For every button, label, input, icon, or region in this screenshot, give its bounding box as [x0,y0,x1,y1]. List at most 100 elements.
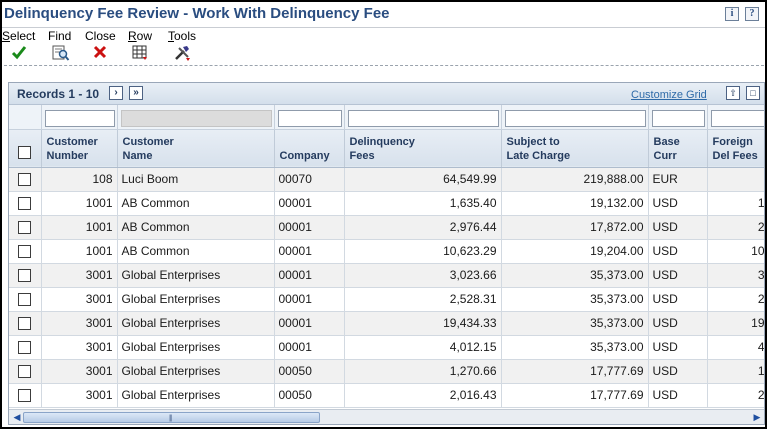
row-checkbox[interactable] [18,365,32,379]
next-page-button[interactable]: › [109,86,123,100]
cell-company: 00001 [274,263,345,288]
cell-customer-name: AB Common [117,239,275,264]
row-checkbox[interactable] [18,269,32,283]
cell-foreign-del-fees: 2 [707,383,764,408]
grid-body: 108 Luci Boom 00070 64,549.99 219,888.00 EUR 1… [9,167,764,408]
row-label: Row [128,29,153,43]
row-select-cell[interactable] [9,287,42,312]
row-checkbox[interactable] [18,221,32,235]
row-select-cell[interactable] [9,311,42,336]
cell-customer-number: 1001 [41,239,118,264]
scroll-right-icon[interactable]: ▶ [750,411,764,424]
maximize-grid-icon[interactable]: □ [746,86,760,100]
row-select-cell[interactable] [9,167,42,192]
row-select-cell[interactable] [9,359,42,384]
help-icon[interactable]: ? [745,7,759,21]
select-button[interactable]: Select [2,29,35,62]
cell-subject-to-late-charge: 35,373.00 [501,311,649,336]
filter-base-curr[interactable] [651,109,705,127]
records-count: Records 1 - 10 [17,87,100,101]
cell-foreign-del-fees: 2 [707,287,764,312]
grid-table-container: Customer Number Customer Name Company Deli… [9,105,764,409]
scroll-left-icon[interactable]: ◀ [10,411,24,424]
select-all-checkbox[interactable] [18,146,32,160]
row-checkbox[interactable] [18,197,32,211]
table-row[interactable]: 3001 Global Enterprises 00050 1,270.66 17,77… [9,359,764,384]
row-checkbox[interactable] [18,389,32,403]
row-checkbox[interactable] [18,173,32,187]
row-select-cell[interactable] [9,335,42,360]
cell-delinquency-fees: 2,016.43 [344,383,502,408]
filter-subject-to-late-charge[interactable] [504,109,646,127]
cell-delinquency-fees: 4,012.15 [344,335,502,360]
column-header-customer-name[interactable]: Customer Name [117,129,275,168]
table-row[interactable]: 3001 Global Enterprises 00001 19,434.33 35,3… [9,311,764,336]
cell-foreign-del-fees [707,167,764,192]
cell-base-curr: USD [648,263,708,288]
find-button[interactable]: Find [48,29,71,62]
app-window: Delinquency Fee Review - Work With Delin… [2,2,765,427]
grid-header-bar: Records 1 - 10 › » Customize Grid ⇧ □ [9,83,764,105]
cell-customer-number: 108 [41,167,118,192]
cell-foreign-del-fees: 4 [707,335,764,360]
filter-foreign-del-fees[interactable] [710,109,764,127]
cell-subject-to-late-charge: 17,777.69 [501,383,649,408]
column-header-subject-to-late-charge[interactable]: Subject to Late Charge [501,129,649,168]
filter-customer-number[interactable] [44,109,115,127]
cell-customer-number: 3001 [41,335,118,360]
filter-spacer [9,105,42,130]
export-icon[interactable]: ⇧ [726,86,740,100]
cell-delinquency-fees: 64,549.99 [344,167,502,192]
row-select-cell[interactable] [9,239,42,264]
row-select-cell[interactable] [9,383,42,408]
cell-customer-name: Global Enterprises [117,287,275,312]
horizontal-scrollbar[interactable]: ◀ ||| ▶ [9,409,764,424]
column-header-foreign-del-fees[interactable]: Foreign Del Fees [707,129,764,168]
column-header-row: Customer Number Customer Name Company Deli… [9,129,764,168]
column-header-delinquency-fees[interactable]: Delinquency Fees [344,129,502,168]
cell-customer-name: Global Enterprises [117,335,275,360]
cell-subject-to-late-charge: 19,204.00 [501,239,649,264]
row-checkbox[interactable] [18,317,32,331]
cell-customer-number: 3001 [41,359,118,384]
row-select-cell[interactable] [9,191,42,216]
cell-subject-to-late-charge: 219,888.00 [501,167,649,192]
cell-customer-name: Luci Boom [117,167,275,192]
row-checkbox[interactable] [18,341,32,355]
row-select-cell[interactable] [9,215,42,240]
column-header-company[interactable]: Company [274,129,345,168]
cell-base-curr: USD [648,383,708,408]
cell-customer-number: 3001 [41,311,118,336]
last-page-button[interactable]: » [129,86,143,100]
select-all-checkbox-cell[interactable] [9,129,42,168]
table-row[interactable]: 3001 Global Enterprises 00001 3,023.66 35,37… [9,263,764,288]
cell-company: 00050 [274,383,345,408]
customize-grid-link[interactable]: Customize Grid [631,89,707,101]
cell-customer-number: 3001 [41,263,118,288]
table-row[interactable]: 3001 Global Enterprises 00001 4,012.15 35,37… [9,335,764,360]
cell-customer-name: AB Common [117,215,275,240]
cell-subject-to-late-charge: 19,132.00 [501,191,649,216]
table-row[interactable]: 1001 AB Common 00001 1,635.40 19,132.00 USD 1 [9,191,764,216]
close-button[interactable]: Close [85,29,116,62]
tools-menu-button[interactable]: Tools [168,29,196,62]
table-row[interactable]: 1001 AB Common 00001 10,623.29 19,204.00 USD 1… [9,239,764,264]
column-header-customer-number[interactable]: Customer Number [41,129,118,168]
scroll-thumb[interactable]: ||| [23,412,320,423]
cell-subject-to-late-charge: 17,872.00 [501,215,649,240]
info-icon[interactable]: i [725,7,739,21]
tools-label: Tools [168,29,197,43]
table-row[interactable]: 3001 Global Enterprises 00001 2,528.31 35,37… [9,287,764,312]
row-checkbox[interactable] [18,245,32,259]
table-row[interactable]: 3001 Global Enterprises 00050 2,016.43 17,77… [9,383,764,408]
table-row[interactable]: 1001 AB Common 00001 2,976.44 17,872.00 USD 2 [9,215,764,240]
row-checkbox[interactable] [18,293,32,307]
column-header-base-curr[interactable]: Base Curr [648,129,708,168]
row-select-cell[interactable] [9,263,42,288]
row-menu-button[interactable]: Row [128,29,152,62]
filter-delinquency-fees[interactable] [347,109,499,127]
cell-company: 00001 [274,287,345,312]
filter-company[interactable] [277,109,342,127]
cell-company: 00001 [274,311,345,336]
table-row[interactable]: 108 Luci Boom 00070 64,549.99 219,888.00 EUR [9,167,764,192]
